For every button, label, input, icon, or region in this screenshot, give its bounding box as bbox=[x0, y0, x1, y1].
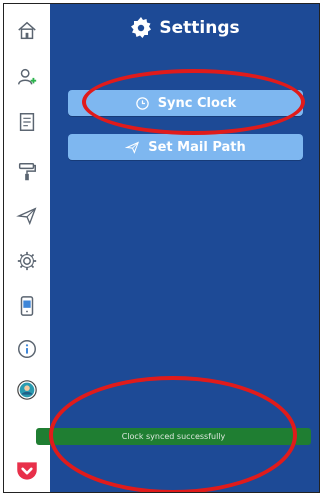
sync-clock-label: Sync Clock bbox=[157, 95, 237, 111]
status-toast: Clock synced successfully bbox=[36, 428, 311, 445]
pocket-icon[interactable] bbox=[14, 458, 40, 484]
add-user-icon[interactable] bbox=[14, 64, 40, 90]
clock-icon bbox=[135, 96, 149, 110]
home-icon[interactable] bbox=[14, 18, 40, 44]
page-title: Settings bbox=[159, 18, 240, 38]
user-icon[interactable] bbox=[14, 377, 40, 403]
info-icon[interactable] bbox=[14, 336, 40, 362]
sync-clock-button[interactable]: Sync Clock bbox=[68, 90, 303, 116]
tablet-icon[interactable] bbox=[14, 293, 40, 319]
paint-roller-icon[interactable] bbox=[14, 159, 40, 185]
page-header: Settings bbox=[50, 14, 319, 42]
sidebar bbox=[4, 4, 50, 492]
toast-message: Clock synced successfully bbox=[121, 432, 226, 441]
set-mail-path-label: Set Mail Path bbox=[148, 139, 246, 155]
gear-icon bbox=[131, 17, 152, 38]
app-window: Settings Sync Clock Set Mail Path Clock … bbox=[3, 3, 320, 493]
gear-icon[interactable] bbox=[14, 248, 40, 274]
paper-plane-icon bbox=[125, 140, 140, 154]
paper-plane-icon[interactable] bbox=[14, 203, 40, 229]
main-panel: Settings Sync Clock Set Mail Path bbox=[50, 4, 319, 492]
set-mail-path-button[interactable]: Set Mail Path bbox=[68, 134, 303, 160]
document-icon[interactable] bbox=[14, 109, 40, 135]
